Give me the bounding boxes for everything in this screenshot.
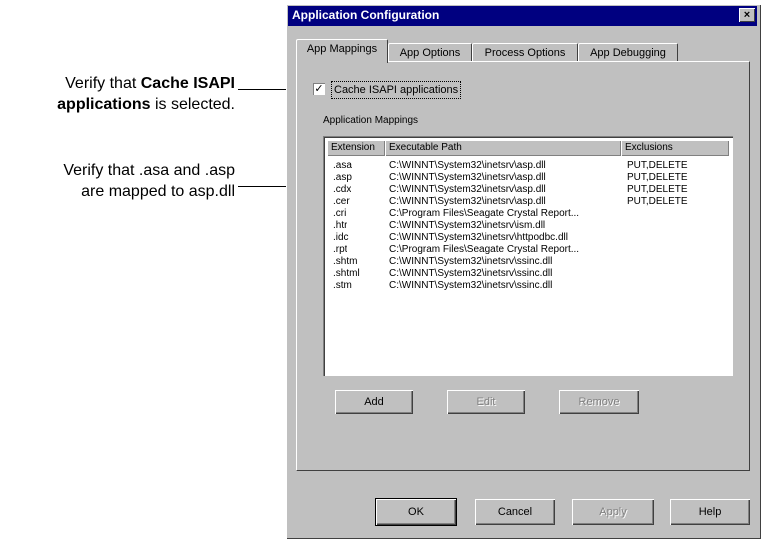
callout-bold-text: Cache ISAPI xyxy=(140,75,235,92)
cache-isapi-checkbox[interactable]: ✓ xyxy=(313,83,325,95)
remove-button[interactable]: Remove xyxy=(559,390,639,414)
application-mappings-label: Application Mappings xyxy=(323,115,419,126)
ok-button[interactable]: OK xyxy=(375,498,457,526)
callout-asp-mapping: Verify that .asa and .asp are mapped to … xyxy=(63,160,235,202)
cell-extension: .cer xyxy=(333,196,350,207)
cell-extension: .htr xyxy=(333,220,348,231)
cell-extension: .asa xyxy=(333,160,352,171)
close-button[interactable]: × xyxy=(739,8,755,22)
cell-extension: .rpt xyxy=(333,244,348,255)
cell-path: C:\WINNT\System32\inetsrv\asp.dll xyxy=(389,172,546,183)
cell-exclusions: PUT,DELETE xyxy=(627,184,688,195)
table-row[interactable]: .shtm C:\WINNT\System32\inetsrv\ssinc.dll xyxy=(327,256,729,268)
cell-exclusions: PUT,DELETE xyxy=(627,172,688,183)
cell-extension: .shtml xyxy=(333,268,360,279)
table-row[interactable]: .rpt C:\Program Files\Seagate Crystal Rep… xyxy=(327,244,729,256)
cell-extension: .cdx xyxy=(333,184,352,195)
cell-path: C:\WINNT\System32\inetsrv\asp.dll xyxy=(389,196,546,207)
close-icon: × xyxy=(743,9,751,21)
application-mappings-list[interactable]: Extension Executable Path Exclusions .as… xyxy=(323,136,733,376)
cell-path: C:\Program Files\Seagate Crystal Report.… xyxy=(389,208,580,219)
cell-path: C:\WINNT\System32\inetsrv\asp.dll xyxy=(389,184,546,195)
callout-text: Verify that .asa and .asp xyxy=(63,162,235,179)
callout-cache-isapi: Verify that Cache ISAPI applications is … xyxy=(57,73,235,115)
cell-path: C:\WINNT\System32\inetsrv\ssinc.dll xyxy=(389,280,553,291)
help-button[interactable]: Help xyxy=(670,499,750,525)
cell-path: C:\WINNT\System32\inetsrv\ism.dll xyxy=(389,220,546,231)
cell-path: C:\WINNT\System32\inetsrv\ssinc.dll xyxy=(389,268,553,279)
tab-app-options[interactable]: App Options xyxy=(388,43,472,62)
title-bar[interactable]: Application Configuration × xyxy=(288,6,757,26)
cell-extension: .idc xyxy=(333,232,349,243)
table-row[interactable]: .asp C:\WINNT\System32\inetsrv\asp.dll PUT… xyxy=(327,172,729,184)
callout-text: are mapped to asp.dll xyxy=(81,183,235,200)
app-mappings-panel: ✓ Cache ISAPI applications Application M… xyxy=(296,61,750,471)
cell-exclusions: PUT,DELETE xyxy=(627,196,688,207)
cache-isapi-label[interactable]: Cache ISAPI applications xyxy=(331,81,462,99)
cell-extension: .shtm xyxy=(333,256,358,267)
tab-app-debugging[interactable]: App Debugging xyxy=(578,43,678,62)
cell-path: C:\WINNT\System32\inetsrv\asp.dll xyxy=(389,160,546,171)
cell-path: C:\Program Files\Seagate Crystal Report.… xyxy=(389,244,580,255)
column-header-extension[interactable]: Extension xyxy=(327,140,385,156)
tab-app-mappings[interactable]: App Mappings xyxy=(296,39,388,63)
table-row[interactable]: .cri C:\Program Files\Seagate Crystal Rep… xyxy=(327,208,729,220)
column-header-executable-path[interactable]: Executable Path xyxy=(385,140,621,156)
table-row[interactable]: .stm C:\WINNT\System32\inetsrv\ssinc.dll xyxy=(327,280,729,292)
cell-path: C:\WINNT\System32\inetsrv\httpodbc.dll xyxy=(389,232,568,243)
cancel-button[interactable]: Cancel xyxy=(475,499,555,525)
cell-extension: .cri xyxy=(333,208,347,219)
callout-bold-text: applications xyxy=(57,96,151,113)
window-title: Application Configuration xyxy=(292,8,440,22)
tab-process-options[interactable]: Process Options xyxy=(472,43,578,62)
checkmark-icon: ✓ xyxy=(314,83,324,95)
callout-text: Verify that xyxy=(65,75,141,92)
cell-extension: .asp xyxy=(333,172,352,183)
add-button[interactable]: Add xyxy=(335,390,413,414)
table-row[interactable]: .asa C:\WINNT\System32\inetsrv\asp.dll PUT… xyxy=(327,160,729,172)
table-row[interactable]: .shtml C:\WINNT\System32\inetsrv\ssinc.dl… xyxy=(327,268,729,280)
table-row[interactable]: .htr C:\WINNT\System32\inetsrv\ism.dll xyxy=(327,220,729,232)
apply-button[interactable]: Apply xyxy=(572,499,654,525)
cell-path: C:\WINNT\System32\inetsrv\ssinc.dll xyxy=(389,256,553,267)
edit-button[interactable]: Edit xyxy=(447,390,525,414)
table-row[interactable]: .cdx C:\WINNT\System32\inetsrv\asp.dll PUT… xyxy=(327,184,729,196)
table-row[interactable]: .idc C:\WINNT\System32\inetsrv\httpodbc.d… xyxy=(327,232,729,244)
callout-text: is selected. xyxy=(150,96,235,113)
cell-exclusions: PUT,DELETE xyxy=(627,160,688,171)
application-configuration-dialog: Application Configuration × App Mappings… xyxy=(286,4,761,539)
table-row[interactable]: .cer C:\WINNT\System32\inetsrv\asp.dll PUT… xyxy=(327,196,729,208)
column-header-exclusions[interactable]: Exclusions xyxy=(621,140,729,156)
cell-extension: .stm xyxy=(333,280,352,291)
